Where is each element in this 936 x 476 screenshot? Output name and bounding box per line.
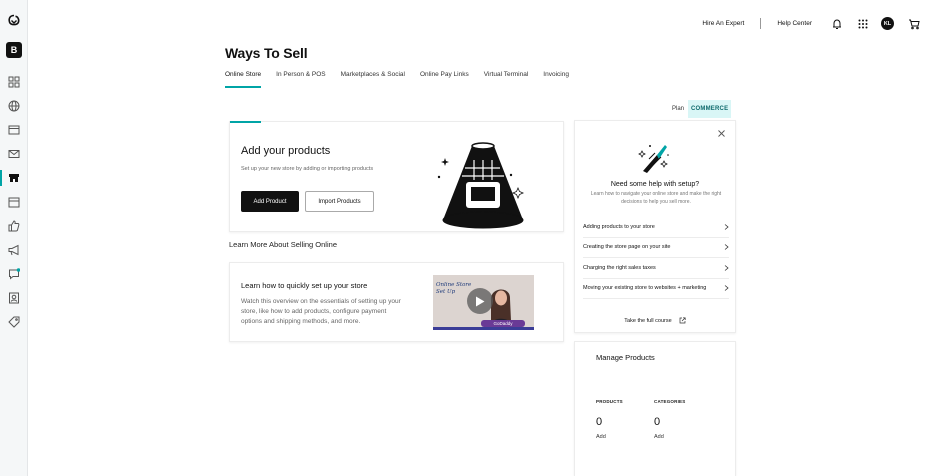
close-icon[interactable] [718, 130, 725, 137]
store-icon[interactable] [8, 172, 20, 184]
help-item-label: Moving your existing store to websites +… [583, 285, 707, 292]
chevron-right-icon [724, 264, 729, 271]
bell-icon[interactable] [831, 18, 843, 30]
add-products-title: Add your products [241, 145, 331, 157]
manage-products-card: Manage Products PRODUCTS 0 Add CATEGORIE… [574, 341, 736, 476]
store-illustration-icon [437, 142, 525, 229]
progress-accent [230, 121, 261, 123]
cart-icon[interactable] [908, 18, 920, 30]
godaddy-logo-icon[interactable] [7, 14, 21, 28]
plan-indicator: Plan COMMERCE [672, 100, 732, 118]
user-avatar[interactable]: KL [881, 17, 894, 30]
chevron-right-icon [724, 244, 729, 251]
play-button[interactable] [467, 288, 493, 314]
account-avatar[interactable]: B [6, 42, 22, 58]
video-thumbnail[interactable]: Online Store Set Up GoDaddy [433, 275, 534, 330]
tab-online-pay-links[interactable]: Online Pay Links [420, 71, 469, 88]
divider [760, 18, 762, 29]
page-title: Ways To Sell [225, 45, 308, 61]
products-stat: PRODUCTS 0 Add [596, 399, 623, 440]
help-subtitle: Learn how to navigate your online store … [590, 191, 722, 205]
learn-card: Learn how to quickly set up your store W… [229, 262, 564, 342]
help-center-link[interactable]: Help Center [777, 20, 812, 27]
chevron-right-icon [724, 285, 729, 292]
import-products-button[interactable]: Import Products [305, 191, 374, 212]
stat-value: 0 [654, 416, 661, 428]
stat-value: 0 [596, 416, 603, 428]
contact-icon[interactable] [8, 292, 20, 304]
stat-label: CATEGORIES [654, 399, 686, 404]
apps-grid-icon[interactable] [857, 18, 869, 30]
tab-virtual-terminal[interactable]: Virtual Terminal [484, 71, 529, 88]
setup-help-card: Need some help with setup? Learn how to … [574, 120, 736, 333]
help-item-label: Charging the right sales taxes [583, 264, 656, 271]
external-link-icon [679, 317, 686, 324]
active-indicator [0, 170, 2, 186]
add-product-button[interactable]: Add Product [241, 191, 299, 212]
plan-badge[interactable]: COMMERCE [688, 100, 732, 118]
calendar-icon[interactable] [8, 196, 20, 208]
help-item-label: Adding products to your store [583, 223, 655, 230]
help-item-sales-taxes[interactable]: Charging the right sales taxes [583, 258, 729, 279]
learn-section-title: Learn More About Selling Online [229, 240, 337, 249]
mail-icon[interactable] [8, 148, 20, 160]
globe-icon[interactable] [8, 100, 20, 112]
help-item-store-page[interactable]: Creating the store page on your site [583, 238, 729, 258]
help-title: Need some help with setup? [610, 181, 700, 188]
help-item-label: Creating the store page on your site [583, 244, 671, 251]
plan-label: Plan [672, 106, 685, 112]
chat-icon[interactable] [8, 268, 20, 280]
full-course-label: Take the full course [624, 317, 672, 324]
video-brand-label: GoDaddy [481, 320, 525, 327]
full-course-link[interactable]: Take the full course [575, 317, 735, 324]
rocket-illustration-icon [638, 145, 669, 173]
browser-icon[interactable] [8, 124, 20, 136]
hire-expert-link[interactable]: Hire An Expert [702, 20, 744, 27]
thumbs-up-icon[interactable] [8, 220, 20, 232]
tab-bar: Online Store In Person & POS Marketplace… [225, 71, 584, 88]
manage-products-title: Manage Products [596, 353, 655, 362]
play-icon [476, 296, 485, 306]
add-category-link[interactable]: Add [654, 434, 685, 440]
video-bottom-bar [433, 327, 534, 330]
add-products-description: Set up your new store by adding or impor… [241, 166, 374, 172]
categories-stat: CATEGORIES 0 Add [654, 399, 685, 440]
left-rail: B [0, 0, 28, 476]
tab-in-person-pos[interactable]: In Person & POS [276, 71, 326, 88]
chevron-right-icon [724, 223, 729, 230]
tab-online-store[interactable]: Online Store [225, 71, 262, 88]
help-item-adding-products[interactable]: Adding products to your store [583, 217, 729, 238]
tab-invoicing[interactable]: Invoicing [543, 71, 569, 88]
learn-card-description: Watch this overview on the essentials of… [241, 298, 401, 325]
grid-icon[interactable] [8, 76, 20, 88]
add-products-card: Add your products Set up your new store … [229, 121, 564, 232]
help-item-moving-store[interactable]: Moving your existing store to websites +… [583, 279, 729, 299]
top-bar: Hire An Expert Help Center KL [702, 17, 920, 30]
megaphone-icon[interactable] [8, 244, 20, 256]
learn-card-title: Learn how to quickly set up your store [241, 281, 368, 290]
tag-icon[interactable] [8, 316, 20, 328]
help-list: Adding products to your store Creating t… [583, 217, 729, 299]
video-title-text: Online Store Set Up [436, 282, 472, 295]
add-product-link[interactable]: Add [596, 434, 623, 440]
tab-marketplaces-social[interactable]: Marketplaces & Social [341, 71, 405, 88]
stat-label: PRODUCTS [596, 399, 623, 404]
